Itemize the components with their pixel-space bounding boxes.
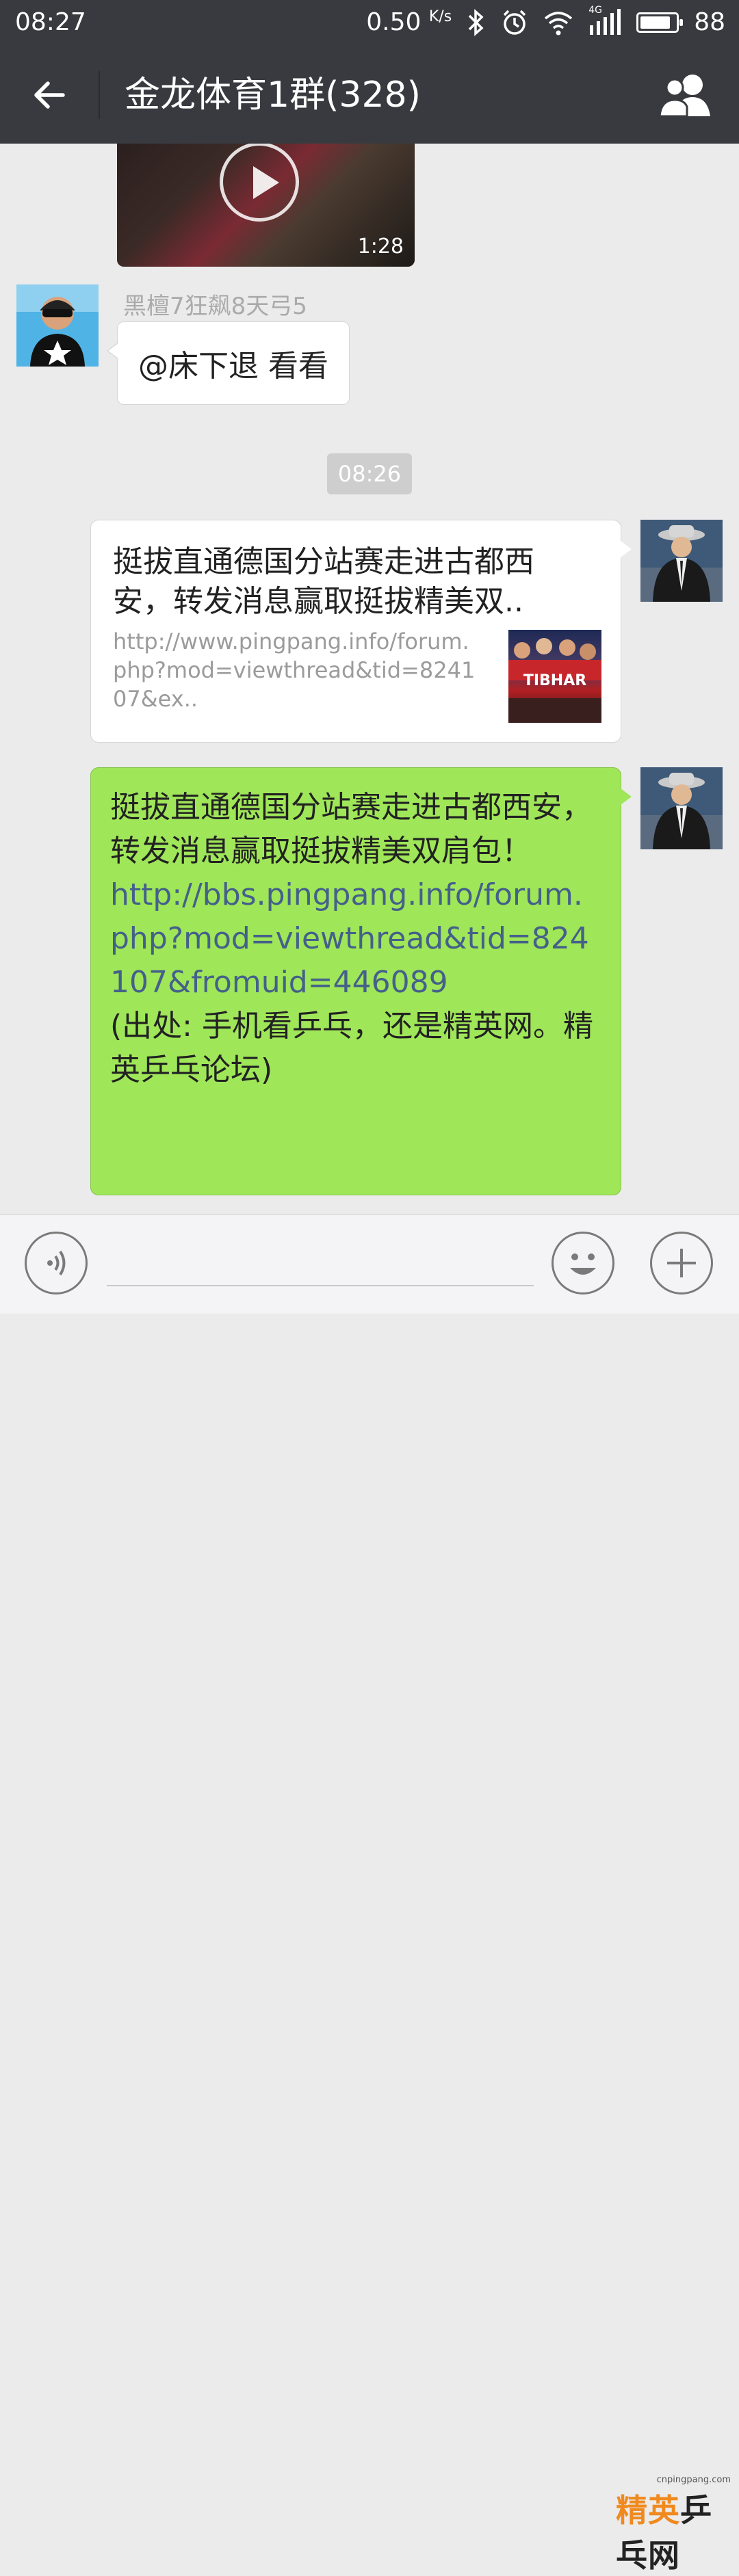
watermark-brand: 精英乒乓网: [616, 2486, 736, 2576]
status-bar: 08:27 0.50 K/s 4G 88: [0, 0, 739, 45]
video-message[interactable]: 1:28: [117, 144, 415, 267]
sent-message-bubble[interactable]: 挺拔直通德国分站赛走进古都西安，转发消息赢取挺拔精美双肩包！ http://bb…: [90, 767, 632, 1195]
voice-waves-icon: [47, 1250, 66, 1276]
voice-icon[interactable]: [25, 1232, 88, 1294]
chat-title: 金龙体育1群(328): [125, 75, 421, 116]
message-link[interactable]: http://bbs.pingpang.info/forum.php?mod=v…: [110, 873, 601, 1005]
battery-fill: [640, 16, 671, 29]
input-bar: cnpingpang.com 精英乒乓网: [0, 1214, 739, 2574]
video-duration: 1:28: [357, 235, 404, 258]
message-source-text: (出处: 手机看乒乓，还是精英网。精英乒乓论坛): [110, 1009, 593, 1087]
avatar[interactable]: [16, 284, 99, 367]
sender-name: 黑檀7狂飙8天弓5: [123, 293, 307, 320]
alarm-icon: [503, 10, 526, 35]
link-url: http://www.pingpang.info/forum.php?mod=v…: [113, 628, 476, 712]
watermark-brand-a: 精英: [616, 2492, 680, 2529]
link-title: 挺拔直通德国分站赛走进古都西安，转发消息赢取挺拔精美双..: [113, 544, 534, 619]
chat-header: 金龙体育1群(328): [0, 45, 739, 144]
wifi-icon: [545, 11, 573, 35]
thumbnail-brand-text: TIBHAR: [523, 672, 587, 689]
received-message-bubble[interactable]: @床下退 看看: [107, 321, 350, 405]
site-watermark: cnpingpang.com 精英乒乓网: [616, 2475, 736, 2574]
avatar-image: [640, 767, 723, 849]
shared-link-card[interactable]: 挺拔直通德国分站赛走进古都西安，转发消息赢取挺拔精美双.. http://www…: [90, 520, 632, 743]
plus-cross-icon: [667, 1249, 696, 1277]
battery-icon: [636, 12, 684, 33]
header-divider: [99, 71, 100, 119]
play-icon[interactable]: [220, 144, 299, 222]
cell-signal-icon: 4G: [588, 5, 621, 36]
network-speed: 0.50 K/s: [366, 8, 452, 36]
watermark-url: cnpingpang.com: [656, 2475, 731, 2485]
avatar[interactable]: [640, 767, 723, 849]
chat-messages[interactable]: 1:28 黑檀7狂飙8天弓5 @床下退 看看 08:26 挺拔直通德国分站赛走进…: [0, 144, 739, 1214]
status-time: 08:27: [15, 8, 86, 36]
message-text: 挺拔直通德国分站赛走进古都西安，转发消息赢取挺拔精美双肩包！: [110, 790, 592, 868]
emoji-icon[interactable]: [552, 1232, 614, 1294]
battery-percent: 88: [694, 8, 725, 36]
bluetooth-icon: [468, 8, 484, 36]
smiley-face-icon: [570, 1253, 596, 1275]
signal-bars: [590, 8, 621, 35]
link-thumbnail: TIBHAR: [508, 630, 601, 723]
avatar[interactable]: [640, 520, 723, 602]
avatar-image: [16, 284, 99, 367]
status-icons: 0.50 K/s 4G 88: [366, 5, 725, 37]
avatar-image: [640, 520, 723, 602]
network-speed-unit: K/s: [428, 8, 452, 25]
group-members-icon[interactable]: [657, 71, 714, 119]
message-timestamp: 08:26: [327, 453, 412, 494]
arrow-left-icon[interactable]: [27, 71, 75, 119]
message-input[interactable]: [107, 1243, 534, 1286]
network-speed-value: 0.50: [366, 8, 422, 36]
plus-icon[interactable]: [650, 1232, 713, 1294]
